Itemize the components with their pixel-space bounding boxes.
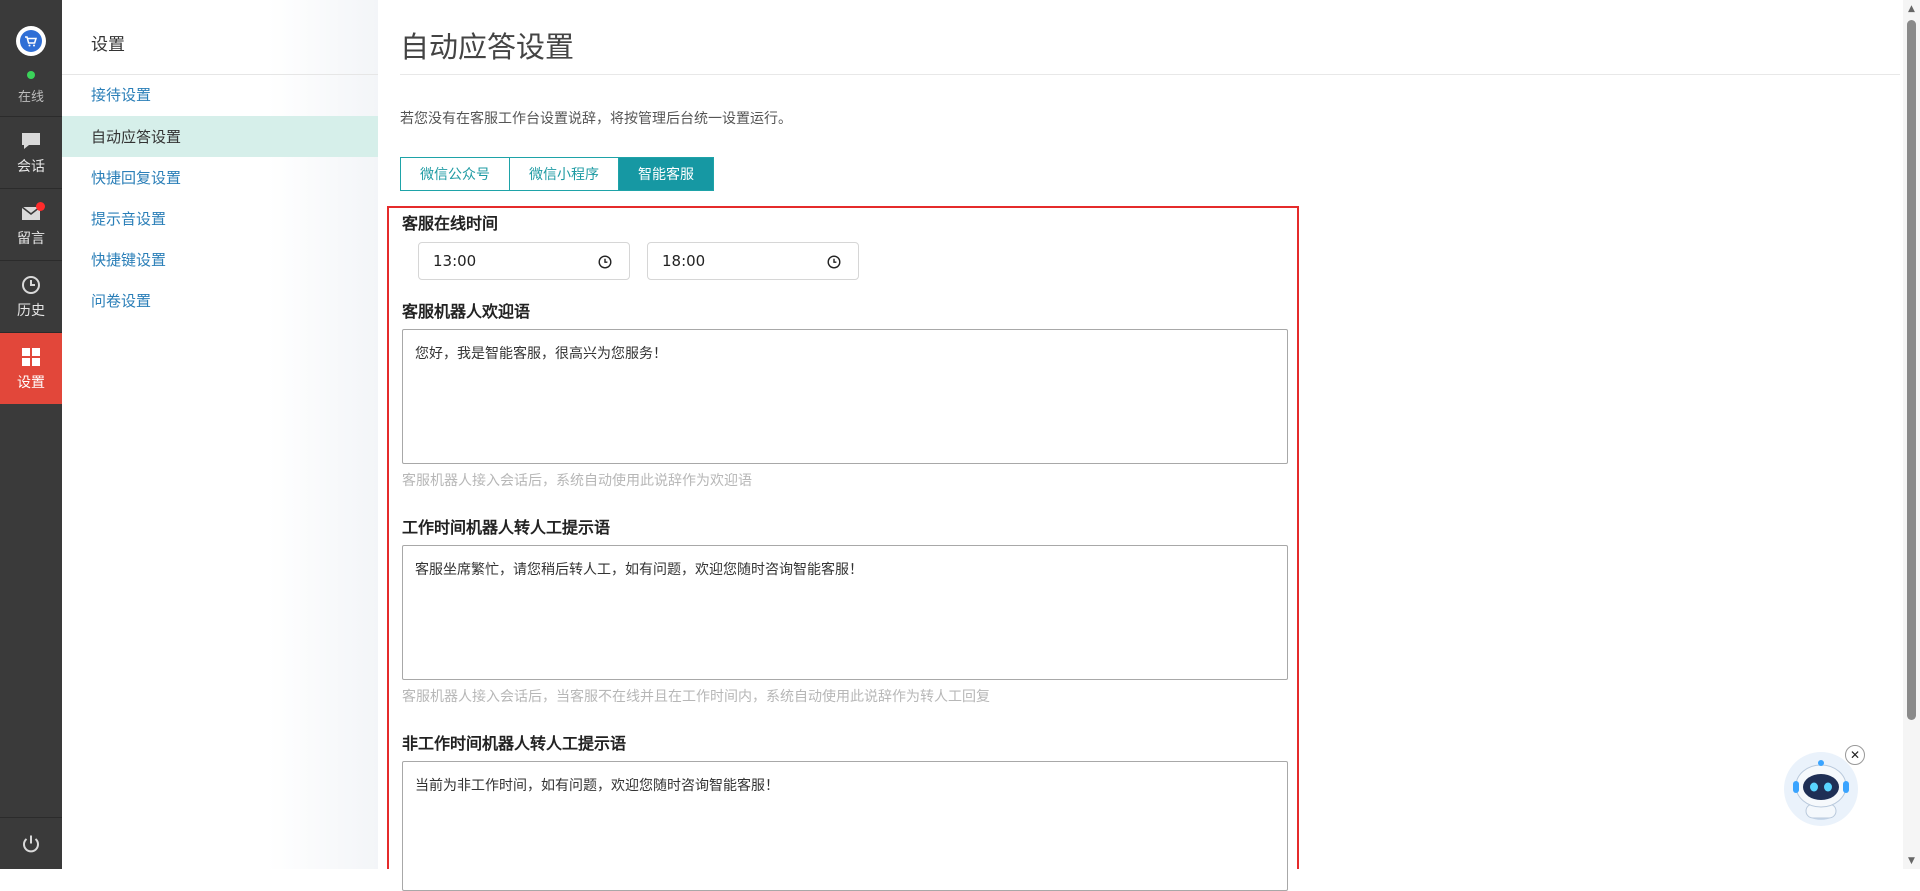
rail-item-settings[interactable]: 设置 bbox=[0, 332, 62, 404]
online-status-dot bbox=[27, 71, 35, 79]
logout-button[interactable] bbox=[0, 817, 62, 869]
rail-item-messages[interactable]: 留言 bbox=[0, 188, 62, 260]
sidebar-title: 设置 bbox=[91, 35, 125, 55]
nav-rail: 在线 会话 留言 历史 设置 bbox=[0, 0, 62, 869]
smart-service-panel: 客服在线时间 13:00 18:00 客服机器人欢迎语 您好，我是智能客服，很高… bbox=[387, 206, 1299, 891]
sidebar-item-quick-reply[interactable]: 快捷回复设置 bbox=[62, 157, 378, 198]
close-robot-button[interactable]: ✕ bbox=[1845, 745, 1865, 765]
end-time-input[interactable]: 18:00 bbox=[647, 242, 859, 280]
welcome-textarea[interactable]: 您好，我是智能客服，很高兴为您服务！ bbox=[402, 329, 1288, 464]
rail-item-label: 留言 bbox=[17, 230, 45, 247]
sidebar-item-reception[interactable]: 接待设置 bbox=[62, 74, 378, 115]
sidebar-item-auto-reply[interactable]: 自动应答设置 bbox=[62, 116, 378, 157]
offwork-transfer-label: 非工作时间机器人转人工提示语 bbox=[402, 734, 627, 753]
start-time-value: 13:00 bbox=[433, 252, 477, 270]
work-transfer-textarea[interactable]: 客服坐席繁忙，请您稍后转人工，如有问题，欢迎您随时咨询智能客服！ bbox=[402, 545, 1288, 680]
rail-item-history[interactable]: 历史 bbox=[0, 260, 62, 332]
work-transfer-label: 工作时间机器人转人工提示语 bbox=[402, 518, 611, 537]
tab-smart-service[interactable]: 智能客服 bbox=[619, 157, 714, 191]
power-icon bbox=[23, 835, 39, 852]
sidebar-item-shortcut[interactable]: 快捷键设置 bbox=[62, 239, 378, 280]
welcome-label: 客服机器人欢迎语 bbox=[402, 302, 531, 321]
robot-icon bbox=[1793, 760, 1849, 820]
clock-icon bbox=[598, 255, 612, 269]
online-status-text: 在线 bbox=[17, 90, 44, 105]
scroll-up-arrow-icon[interactable]: ▲ bbox=[1903, 0, 1920, 17]
main-content: 自动应答设置 若您没有在客服工作台设置说辞，将按管理后台统一设置运行。 微信公众… bbox=[378, 0, 1920, 891]
shop-logo-icon[interactable] bbox=[16, 26, 46, 56]
rail-item-label: 历史 bbox=[17, 302, 45, 319]
online-time-label: 客服在线时间 bbox=[402, 214, 499, 233]
end-time-value: 18:00 bbox=[662, 252, 706, 270]
sidebar-item-sound[interactable]: 提示音设置 bbox=[62, 198, 378, 239]
tab-wechat-miniprogram[interactable]: 微信小程序 bbox=[510, 157, 619, 191]
welcome-help: 客服机器人接入会话后，系统自动使用此说辞作为欢迎语 bbox=[402, 473, 752, 489]
scroll-thumb[interactable] bbox=[1907, 20, 1916, 720]
unread-badge bbox=[36, 202, 45, 211]
title-divider bbox=[400, 74, 1900, 75]
settings-sidebar: 设置 接待设置 自动应答设置 快捷回复设置 提示音设置 快捷键设置 问卷设置 bbox=[62, 0, 378, 869]
clock-icon bbox=[827, 255, 841, 269]
close-icon: ✕ bbox=[1849, 748, 1861, 762]
scroll-down-arrow-icon[interactable]: ▼ bbox=[1903, 852, 1920, 869]
work-transfer-help: 客服机器人接入会话后，当客服不在线并且在工作时间内，系统自动使用此说辞作为转人工… bbox=[402, 689, 990, 705]
sidebar-item-survey[interactable]: 问卷设置 bbox=[62, 280, 378, 321]
tab-wechat-official[interactable]: 微信公众号 bbox=[400, 157, 510, 191]
page-scrollbar[interactable]: ▲ ▼ bbox=[1903, 0, 1920, 869]
clock-icon bbox=[22, 275, 40, 294]
notice-text: 若您没有在客服工作台设置说辞，将按管理后台统一设置运行。 bbox=[400, 111, 792, 127]
channel-tabs: 微信公众号 微信小程序 智能客服 bbox=[400, 157, 714, 191]
rail-item-chat[interactable]: 会话 bbox=[0, 116, 62, 188]
rail-item-label: 设置 bbox=[17, 374, 45, 391]
start-time-input[interactable]: 13:00 bbox=[418, 242, 630, 280]
chat-icon bbox=[22, 132, 40, 149]
offwork-transfer-textarea[interactable]: 当前为非工作时间，如有问题，欢迎您随时咨询智能客服！ bbox=[402, 761, 1288, 891]
rail-item-label: 会话 bbox=[17, 158, 45, 175]
assistant-robot-button[interactable] bbox=[1784, 752, 1858, 826]
grid-icon bbox=[22, 347, 40, 366]
page-title: 自动应答设置 bbox=[400, 30, 575, 64]
